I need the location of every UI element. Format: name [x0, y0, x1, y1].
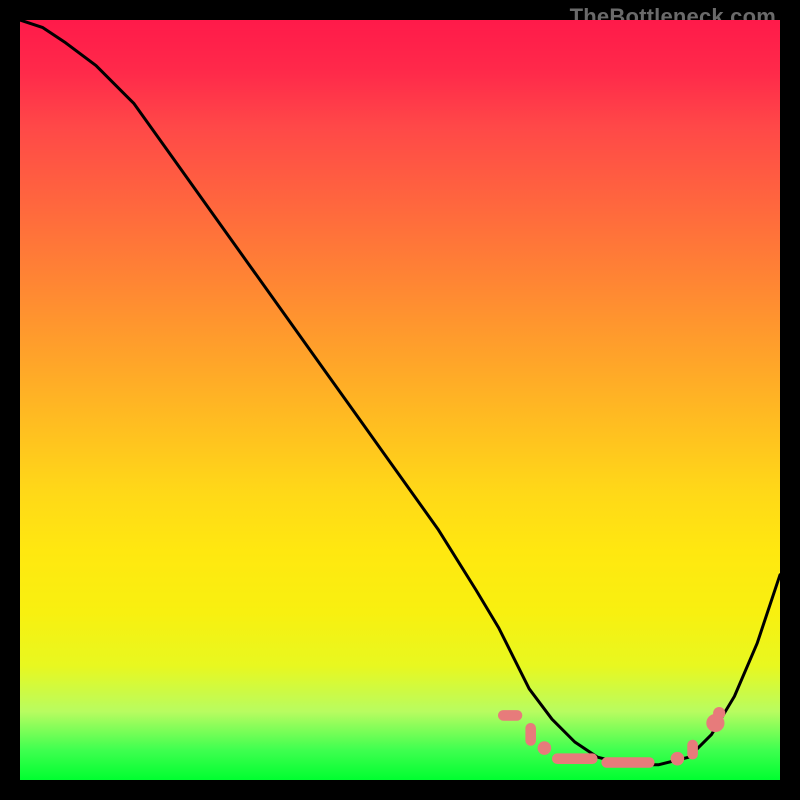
curve-marker — [538, 741, 552, 755]
curve-marker — [601, 757, 654, 768]
curve-marker — [687, 740, 698, 760]
curve-marker — [671, 752, 685, 766]
curve-marker — [706, 714, 724, 732]
curve-marker — [713, 707, 725, 719]
chart-container: TheBottleneck.com — [0, 0, 800, 800]
curve-marker — [552, 753, 598, 764]
curve-marker — [525, 723, 536, 746]
bottleneck-curve — [20, 20, 780, 780]
plot-area — [20, 20, 780, 780]
curve-marker — [498, 710, 522, 721]
